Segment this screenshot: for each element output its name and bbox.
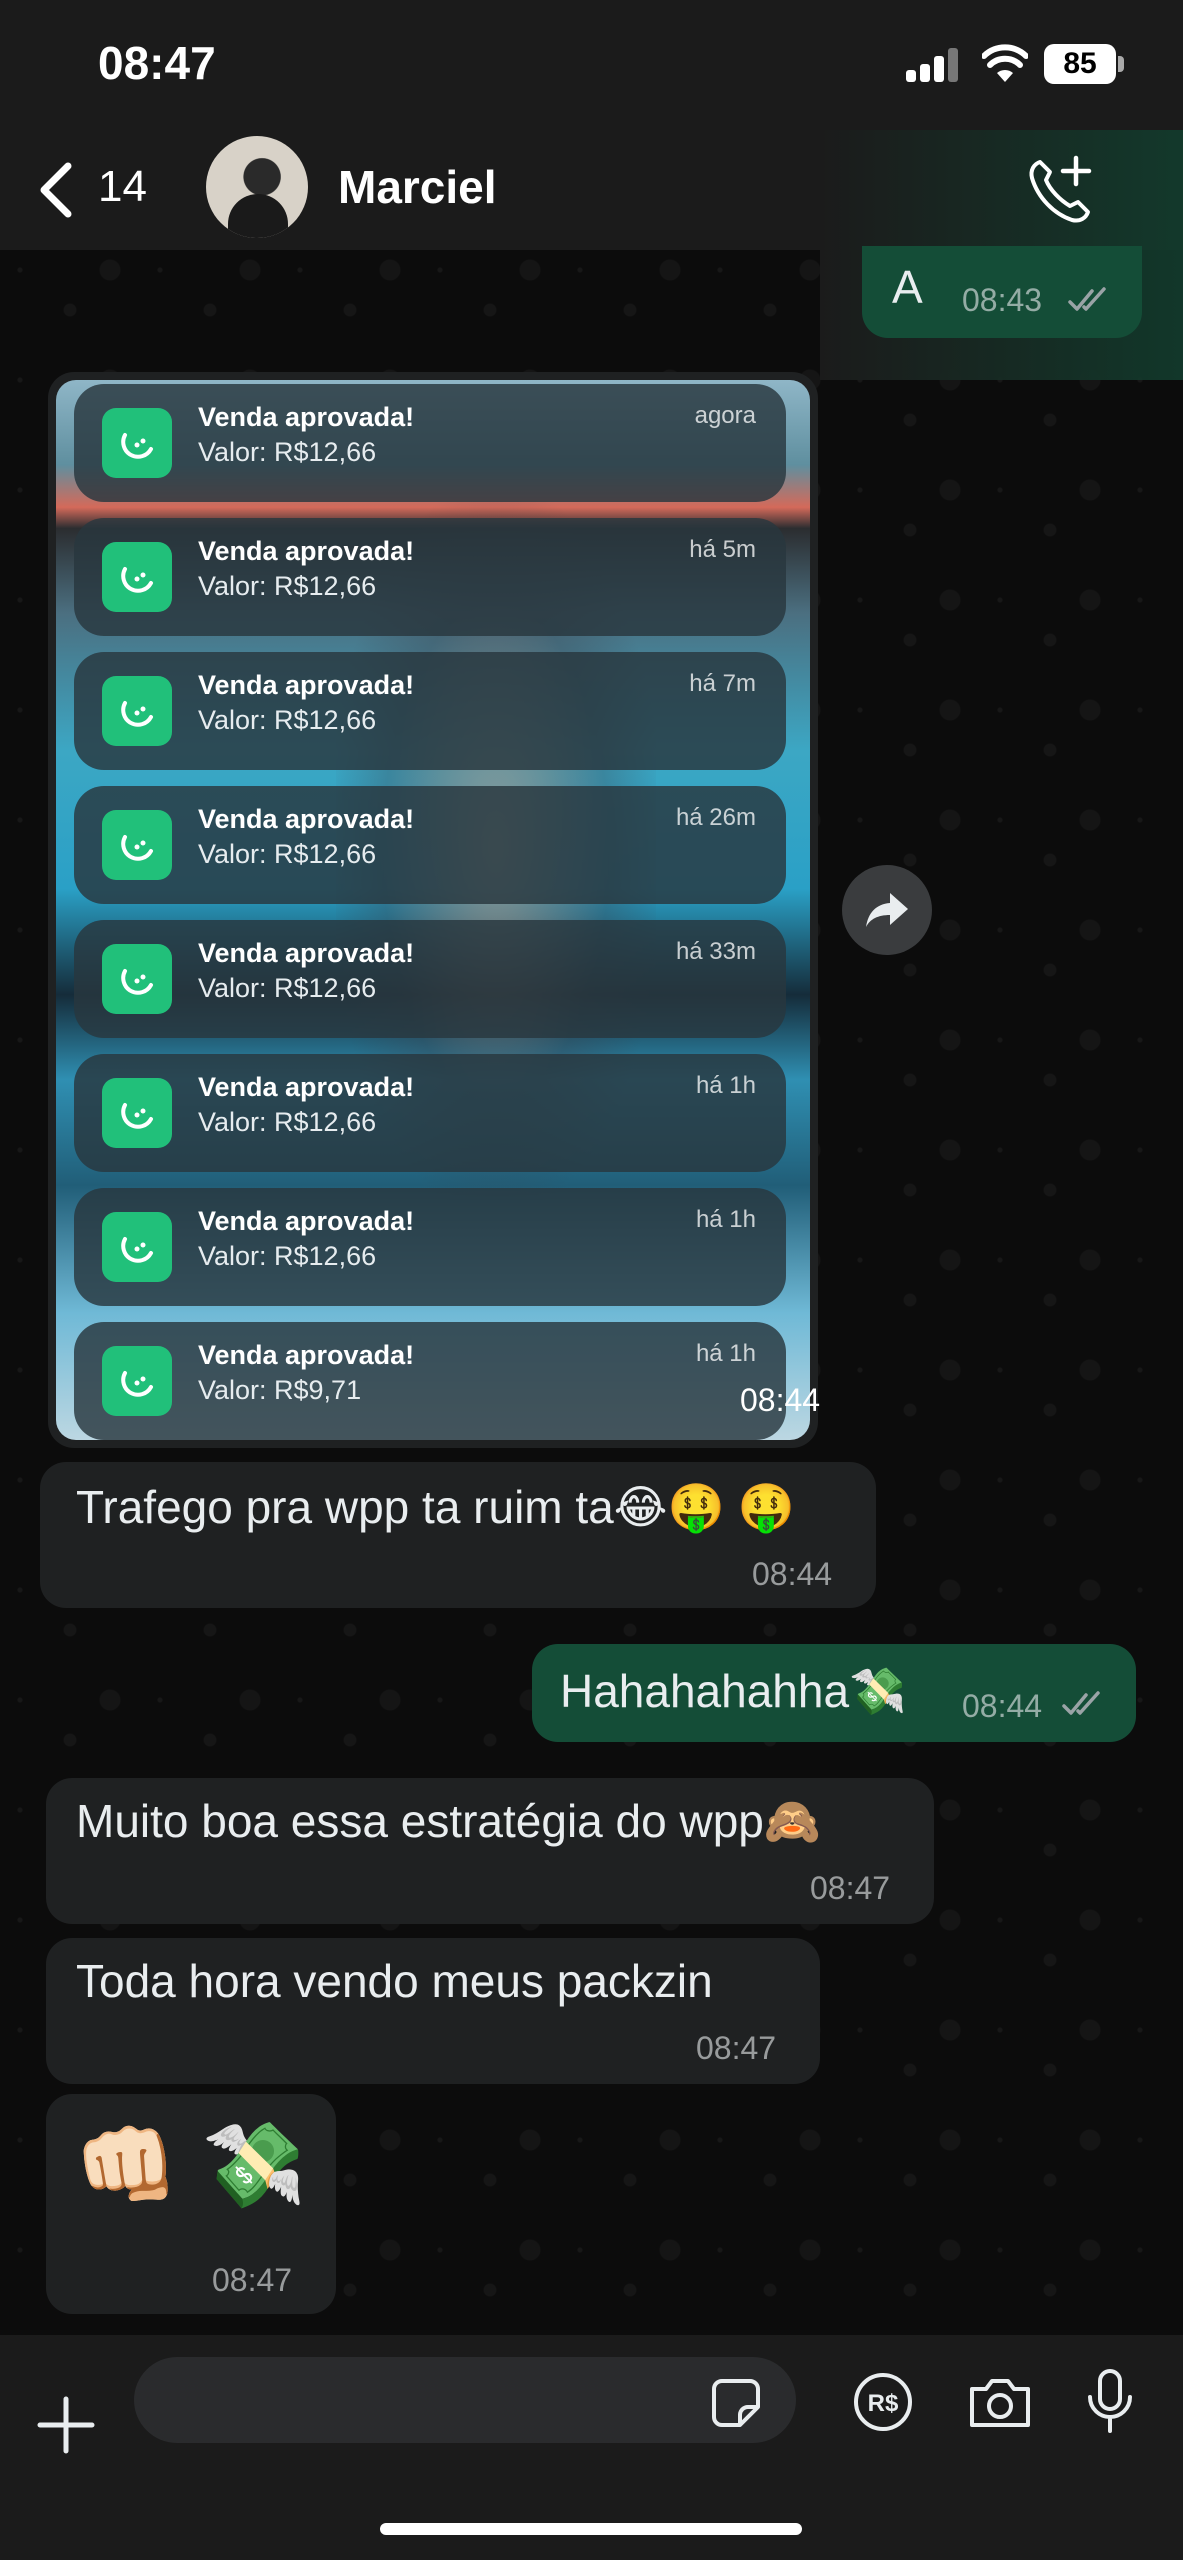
app-icon (102, 542, 172, 612)
notification-screenshot[interactable]: Venda aprovada! Valor: R$12,66 agora Ven… (56, 380, 810, 1440)
message-text: Toda hora vendo meus packzin (76, 1955, 713, 2007)
forward-button[interactable] (842, 865, 932, 955)
notification-card: Venda aprovada! Valor: R$12,66 há 33m (74, 920, 786, 1038)
app-icon (102, 408, 172, 478)
add-call-icon[interactable] (1026, 154, 1096, 226)
message-time: 08:47 (696, 2030, 777, 2066)
message-time: 08:44 (962, 1688, 1043, 1724)
notification-time: agora (694, 402, 756, 429)
outgoing-message[interactable]: Hahahahahha💸 08:44 (532, 1644, 1136, 1742)
app-icon (102, 810, 172, 880)
notification-time: há 1h (695, 1206, 756, 1233)
microphone-icon[interactable] (1084, 2367, 1136, 2437)
chat-header: 14 Marciel (0, 130, 1183, 380)
notification-title: Venda aprovada! (198, 1340, 415, 1370)
image-message[interactable]: Venda aprovada! Valor: R$12,66 agora Ven… (48, 372, 821, 1448)
message-input[interactable] (134, 2357, 796, 2443)
read-ticks-icon (1068, 287, 1106, 311)
avatar[interactable] (206, 136, 308, 238)
notification-time: há 1h (695, 1072, 756, 1099)
notification-value: Valor: R$12,66 (198, 705, 377, 735)
notification-card: Venda aprovada! Valor: R$12,66 agora (74, 384, 786, 502)
plus-icon[interactable] (36, 2395, 96, 2455)
notification-card: Venda aprovada! Valor: R$12,66 há 5m (74, 518, 786, 636)
app-icon (102, 944, 172, 1014)
notification-value: Valor: R$9,71 (198, 1375, 362, 1405)
forward-icon (866, 893, 908, 927)
app-icon (102, 1078, 172, 1148)
battery-level: 85 (1044, 44, 1116, 84)
notification-time: há 1h (695, 1340, 756, 1367)
notification-value: Valor: R$12,66 (198, 839, 377, 869)
unread-count[interactable]: 14 (98, 162, 147, 212)
app-icon (102, 676, 172, 746)
incoming-message[interactable]: Toda hora vendo meus packzin 08:47 (46, 1938, 820, 2084)
read-ticks-icon (1062, 1691, 1100, 1715)
notification-time: há 26m (675, 804, 756, 831)
notification-value: Valor: R$12,66 (198, 437, 377, 467)
notification-time: há 5m (689, 536, 756, 563)
notification-value: Valor: R$12,66 (198, 571, 377, 601)
sticker-icon[interactable] (710, 2377, 762, 2429)
notification-card: Venda aprovada! Valor: R$12,66 há 7m (74, 652, 786, 770)
home-indicator[interactable] (380, 2523, 802, 2535)
notification-card: Venda aprovada! Valor: R$12,66 há 1h (74, 1188, 786, 1306)
notification-card: Venda aprovada! Valor: R$12,66 há 26m (74, 786, 786, 904)
payment-rs-icon[interactable]: R$ (852, 2371, 914, 2433)
contact-name[interactable]: Marciel (338, 160, 497, 214)
incoming-message[interactable]: Muito boa essa estratégia do wpp🙈 08:47 (46, 1778, 934, 1924)
notification-card: Venda aprovada! Valor: R$9,71 há 1h (74, 1322, 786, 1440)
svg-text:R$: R$ (868, 2390, 899, 2417)
notification-card: Venda aprovada! Valor: R$12,66 há 1h (74, 1054, 786, 1172)
message-time: 08:43 (962, 282, 1043, 318)
message-text: 👊🏻 💸 (74, 2118, 307, 2212)
battery-tip (1118, 56, 1124, 72)
app-icon (102, 1346, 172, 1416)
signal-icon (906, 48, 964, 82)
notification-title: Venda aprovada! (198, 938, 415, 968)
app-icon (102, 1212, 172, 1282)
status-bar: 08:47 85 (0, 0, 1183, 130)
message-time: 08:44 (752, 1556, 833, 1592)
outgoing-message[interactable]: A 08:43 (862, 246, 1142, 338)
status-time: 08:47 (98, 37, 216, 89)
camera-icon[interactable] (966, 2375, 1034, 2429)
message-text: Muito boa essa estratégia do wpp🙈 (76, 1795, 822, 1847)
message-text: A (892, 261, 923, 313)
notification-value: Valor: R$12,66 (198, 973, 377, 1003)
notification-title: Venda aprovada! (198, 804, 415, 834)
wifi-icon (982, 44, 1028, 82)
message-time: 08:44 (740, 1382, 821, 1418)
notification-title: Venda aprovada! (198, 1072, 415, 1102)
notification-value: Valor: R$12,66 (198, 1241, 377, 1271)
notification-time: há 7m (689, 670, 756, 697)
message-time: 08:47 (212, 2262, 293, 2298)
notification-title: Venda aprovada! (198, 536, 415, 566)
incoming-message[interactable]: Trafego pra wpp ta ruim ta😂🤑 🤑 08:44 (40, 1462, 876, 1608)
incoming-message[interactable]: 👊🏻 💸 08:47 (46, 2094, 336, 2314)
composer-bar: R$ (0, 2335, 1183, 2560)
notification-title: Venda aprovada! (198, 1206, 415, 1236)
message-text: Trafego pra wpp ta ruim ta😂🤑 🤑 (76, 1481, 795, 1533)
message-text: Hahahahahha💸 (560, 1665, 907, 1717)
message-time: 08:47 (810, 1870, 891, 1906)
back-chevron-icon[interactable] (32, 160, 82, 220)
notification-time: há 33m (675, 938, 756, 965)
notification-value: Valor: R$12,66 (198, 1107, 377, 1137)
notification-title: Venda aprovada! (198, 670, 415, 700)
notification-title: Venda aprovada! (198, 402, 415, 432)
